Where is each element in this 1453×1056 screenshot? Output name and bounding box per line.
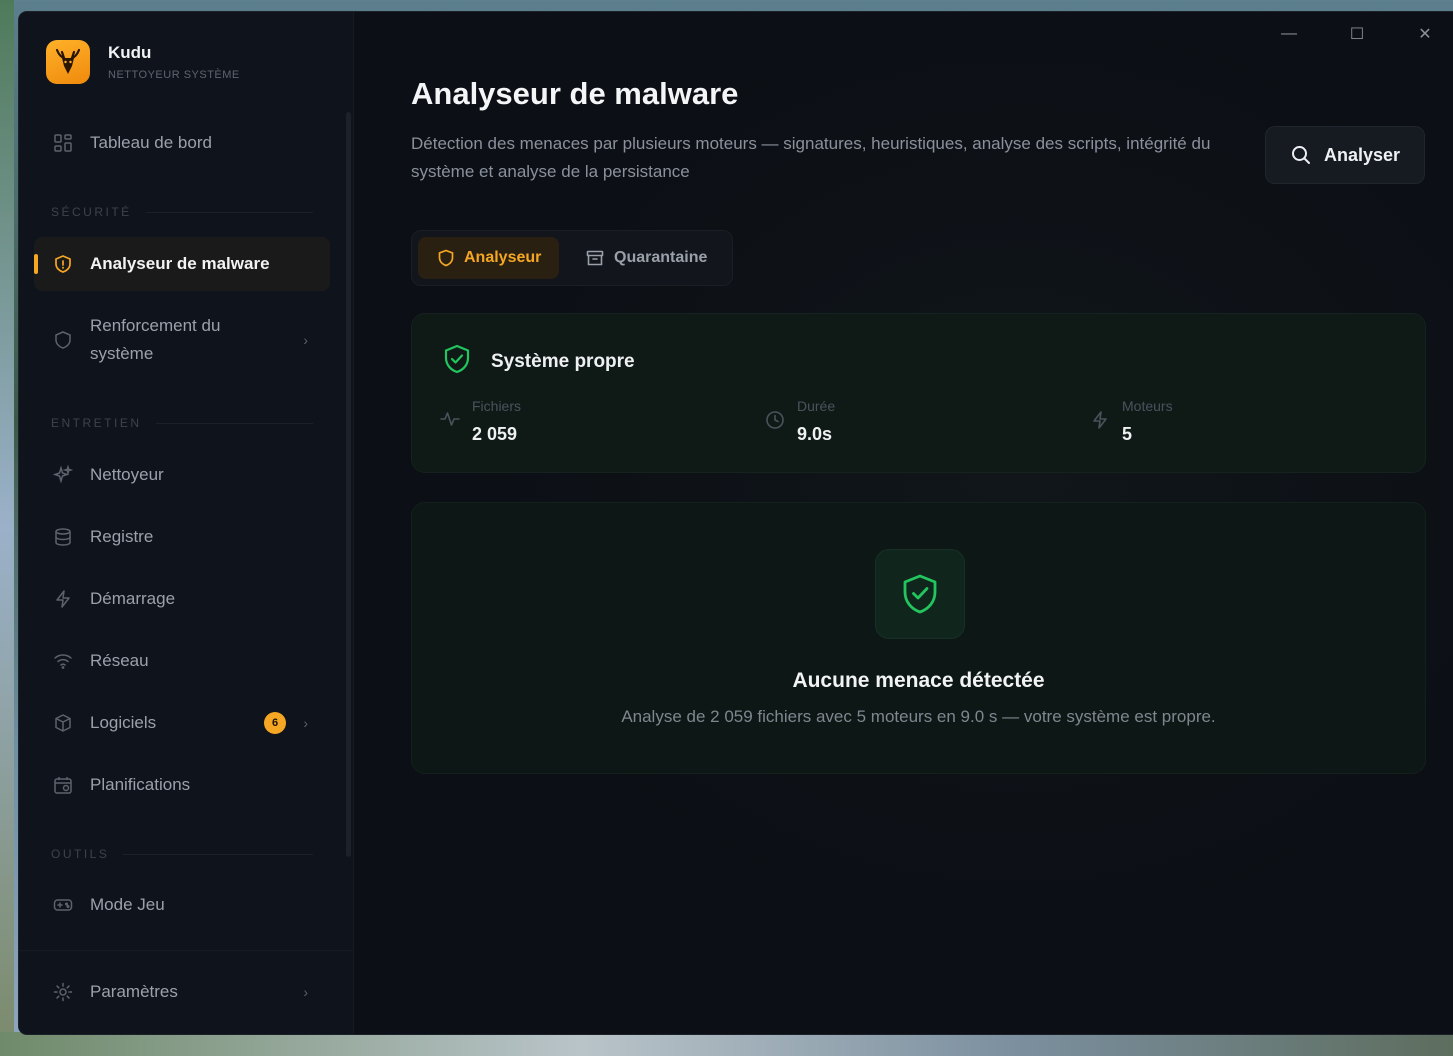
tab-bar: Analyseur Quarantaine — [411, 230, 733, 286]
tab-quarantine[interactable]: Quarantaine — [584, 237, 707, 279]
sidebar-item-label: Mode Jeu — [90, 895, 165, 914]
gamepad-icon — [52, 894, 74, 916]
result-description: Analyse de 2 059 fichiers avec 5 moteurs… — [621, 707, 1216, 726]
shield-check-icon — [875, 549, 965, 639]
app-window: Kudu NETTOYEUR SYSTÈME Tableau de bord S… — [19, 12, 1453, 1034]
sidebar-item-dashboard[interactable]: Tableau de bord — [34, 116, 330, 170]
sidebar: Kudu NETTOYEUR SYSTÈME Tableau de bord S… — [19, 12, 354, 1034]
shield-check-icon — [443, 344, 471, 379]
sidebar-item-game-mode[interactable]: Mode Jeu — [34, 878, 330, 932]
sparkle-icon — [52, 464, 74, 486]
clock-icon — [765, 410, 785, 445]
gear-icon — [52, 981, 74, 1003]
sidebar-item-label: Tableau de bord — [90, 133, 212, 152]
kudu-logo-icon — [46, 40, 90, 84]
desktop-background-bottom — [0, 1032, 1453, 1056]
activity-icon — [440, 410, 460, 445]
sidebar-item-label: Analyseur de malware — [90, 254, 270, 273]
sidebar-item-cleaner[interactable]: Nettoyeur — [34, 448, 330, 502]
search-icon — [1290, 144, 1312, 166]
section-label-text: OUTILS — [51, 847, 110, 861]
maximize-button[interactable]: ☐ — [1323, 22, 1391, 46]
brand-name: Kudu — [108, 43, 152, 62]
chevron-right-icon: › — [303, 984, 308, 1000]
section-label-text: SÉCURITÉ — [51, 205, 132, 219]
window-controls: — ☐ ✕ — [1255, 22, 1453, 46]
wifi-icon — [52, 650, 74, 672]
sidebar-item-registry[interactable]: Registre — [34, 510, 330, 564]
tab-scanner[interactable]: Analyseur — [418, 237, 559, 279]
sidebar-item-label: Planifications — [90, 775, 191, 794]
stat-name: Moteurs — [1122, 398, 1173, 414]
brand-subtitle: NETTOYEUR SYSTÈME — [108, 69, 240, 81]
sidebar-item-label: Registre — [90, 527, 154, 546]
shield-icon — [52, 253, 74, 275]
sidebar-item-network[interactable]: Réseau — [34, 634, 330, 688]
sidebar-item-system-hardening[interactable]: Renforcement du système › — [34, 305, 330, 375]
scan-status: Système propre — [491, 350, 635, 372]
sidebar-item-label: Paramètres — [90, 982, 178, 1001]
database-icon — [52, 526, 74, 548]
stat-name: Fichiers — [472, 398, 522, 414]
stat-value: 2 059 — [472, 424, 518, 444]
analyze-button[interactable]: Analyser — [1265, 126, 1425, 184]
brand: Kudu NETTOYEUR SYSTÈME — [46, 40, 240, 84]
count-badge: 6 — [264, 712, 286, 734]
section-label-maintenance: ENTRETIEN — [51, 416, 313, 430]
stat-value: 5 — [1122, 424, 1133, 444]
page-description: Détection des menaces par plusieurs mote… — [411, 134, 1211, 181]
sidebar-item-malware-scanner[interactable]: Analyseur de malware — [34, 237, 330, 291]
stat-engines: Moteurs 5 — [1090, 398, 1173, 445]
sidebar-item-label: Réseau — [90, 651, 149, 670]
result-title: Aucune menace détectée — [792, 669, 1045, 692]
tab-label: Analyseur — [464, 249, 542, 266]
sidebar-scrollbar[interactable] — [346, 112, 351, 857]
sidebar-item-label: Logiciels — [90, 713, 157, 732]
stat-name: Durée — [797, 398, 836, 414]
sidebar-item-software[interactable]: Logiciels 6 › — [34, 696, 330, 750]
sidebar-item-label: Démarrage — [90, 589, 176, 608]
dashboard-grid-icon — [52, 132, 74, 154]
tab-label: Quarantaine — [614, 249, 708, 266]
page-title: Analyseur de malware — [411, 76, 739, 111]
chevron-right-icon: › — [303, 715, 308, 731]
desktop-background — [0, 0, 14, 1056]
sidebar-item-label: Nettoyeur — [90, 465, 164, 484]
analyze-button-label: Analyser — [1323, 144, 1401, 165]
section-label-tools: OUTILS — [51, 847, 313, 861]
close-button[interactable]: ✕ — [1391, 22, 1453, 46]
stat-files: Fichiers 2 059 — [440, 398, 521, 445]
scan-summary-card: Système propre Fichiers 2 059 Durée 9.0s — [411, 313, 1426, 473]
sidebar-item-startup[interactable]: Démarrage — [34, 572, 330, 626]
minimize-button[interactable]: — — [1255, 22, 1323, 46]
stat-value: 9.0s — [797, 424, 833, 444]
sidebar-divider — [19, 950, 354, 951]
section-label-security: SÉCURITÉ — [51, 205, 313, 219]
section-label-text: ENTRETIEN — [51, 416, 142, 430]
sidebar-item-settings[interactable]: Paramètres › — [34, 965, 330, 1019]
archive-icon — [586, 249, 604, 267]
sidebar-item-schedules[interactable]: Planifications — [34, 758, 330, 812]
calendar-icon — [52, 774, 74, 796]
scan-result-card: Aucune menace détectée Analyse de 2 059 … — [411, 502, 1426, 774]
main-content: — ☐ ✕ Analyseur de malware Détection des… — [354, 12, 1453, 1034]
lightning-icon — [52, 588, 74, 610]
shield-outline-icon — [52, 329, 74, 351]
package-icon — [52, 712, 74, 734]
stat-duration: Durée 9.0s — [765, 398, 835, 445]
chevron-right-icon: › — [303, 332, 308, 348]
lightning-icon — [1090, 410, 1110, 445]
sidebar-item-label: Renforcement du système — [90, 316, 221, 363]
shield-icon — [438, 249, 454, 267]
